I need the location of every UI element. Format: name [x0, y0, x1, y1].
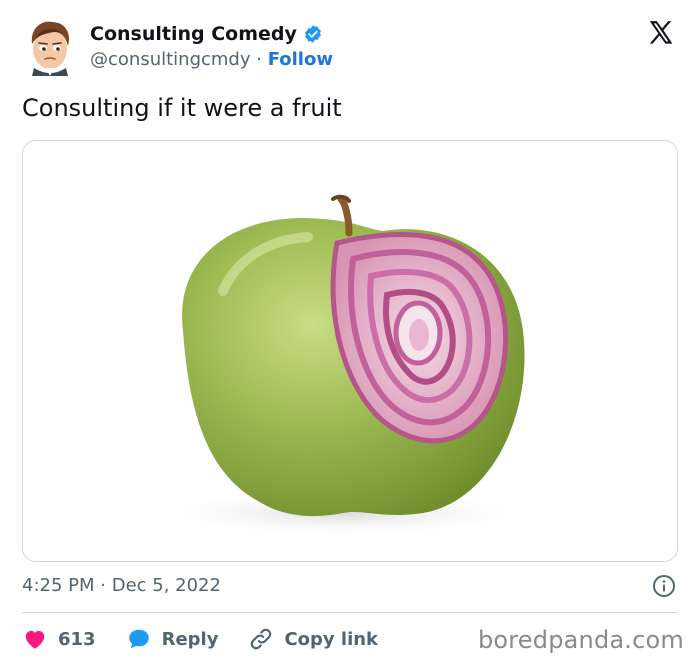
avatar[interactable] [24, 16, 76, 76]
copy-link-label: Copy link [284, 628, 379, 650]
follow-link[interactable]: Follow [268, 49, 333, 70]
author-name-row: Consulting Comedy [90, 22, 333, 46]
speech-bubble-icon [128, 629, 149, 649]
verified-badge-icon [304, 25, 321, 43]
like-button[interactable]: 613 [22, 626, 96, 652]
tweet-date: Dec 5, 2022 [111, 575, 221, 596]
action-bar: 613 Reply Copy link [22, 624, 408, 654]
copy-link-button[interactable]: Copy link [248, 626, 378, 652]
reply-label: Reply [161, 628, 219, 650]
info-icon[interactable] [652, 574, 676, 598]
tweet-time: 4:25 PM [22, 575, 95, 596]
author-handle[interactable]: @consultingcmdy [90, 49, 251, 70]
author-block: Consulting Comedy @consultingcmdy · Foll… [90, 22, 333, 72]
date-separator: · [94, 575, 112, 596]
apple-onion-image [143, 194, 543, 539]
tweet-embed-card: Consulting Comedy @consultingcmdy · Foll… [0, 0, 700, 665]
boredpanda-watermark: boredpanda.com [477, 626, 684, 654]
author-display-name[interactable]: Consulting Comedy [90, 22, 297, 46]
handle-line: @consultingcmdy · Follow [90, 48, 333, 72]
heart-icon [25, 630, 45, 649]
tweet-media-image[interactable] [22, 140, 678, 562]
tweet-timestamp[interactable]: 4:25 PM · Dec 5, 2022 [22, 574, 221, 598]
tweet-text: Consulting if it were a fruit [22, 94, 342, 122]
handle-separator: · [250, 49, 268, 70]
divider [22, 612, 678, 613]
like-count: 613 [58, 628, 96, 650]
link-icon [251, 628, 272, 650]
x-logo-icon[interactable] [646, 18, 676, 48]
reply-button[interactable]: Reply [126, 626, 219, 652]
